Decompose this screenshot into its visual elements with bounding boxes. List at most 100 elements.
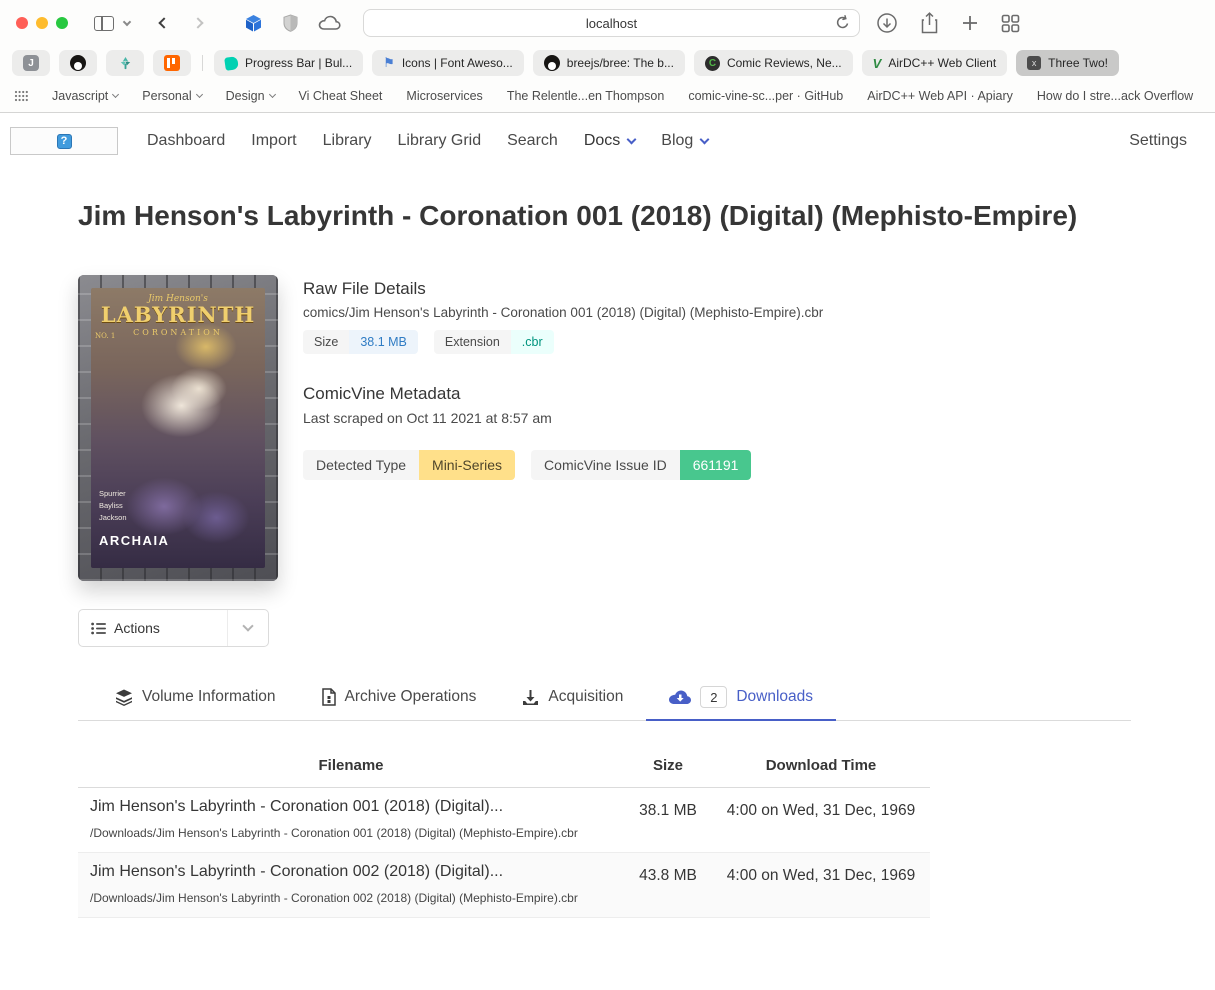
actions-dropdown[interactable]: Actions <box>78 609 269 647</box>
size-tag: Size 38.1 MB <box>303 330 418 354</box>
bookmark-breejs[interactable]: breejs/bree: The b... <box>533 50 685 76</box>
tag-key: Extension <box>434 330 511 354</box>
nav-item-blog[interactable]: Blog <box>648 126 721 156</box>
file-archive-icon <box>322 688 336 706</box>
downloads-count-badge: 2 <box>700 686 727 708</box>
browser-chrome: localhost J <box>0 0 1215 113</box>
tab-downloads[interactable]: 2 Downloads <box>646 677 836 721</box>
chevron-down-icon <box>269 91 276 98</box>
nav-item-search[interactable]: Search <box>494 126 571 156</box>
bookmark-airdc[interactable]: V AirDC++ Web Client <box>862 50 1008 76</box>
comicvine-metadata-heading: ComicVine Metadata <box>303 384 823 404</box>
download-filepath: /Downloads/Jim Henson's Labyrinth - Coro… <box>90 826 616 840</box>
detected-type-tag: Detected Type Mini-Series <box>303 450 515 480</box>
bookmark-j[interactable]: J <box>12 50 50 76</box>
favorite-folder-personal[interactable]: Personal <box>142 89 201 103</box>
actions-caret-button[interactable] <box>227 610 268 646</box>
chevron-down-icon <box>700 134 710 144</box>
detail-tabs: Volume Information Archive Operations Ac… <box>78 677 1131 721</box>
browser-toolbar: localhost <box>0 0 1215 46</box>
tab-archive-operations[interactable]: Archive Operations <box>299 677 500 721</box>
downloads-button-icon[interactable] <box>876 12 898 34</box>
flag-icon: ⚑ <box>383 55 395 71</box>
tag-value: 38.1 MB <box>349 330 418 354</box>
list-icon <box>91 622 106 635</box>
tab-volume-information[interactable]: Volume Information <box>92 677 299 721</box>
favorite-vi-cheat-sheet[interactable]: Vi Cheat Sheet <box>299 89 383 103</box>
url-text: localhost <box>586 16 637 31</box>
comicvine-issue-id-tag: ComicVine Issue ID 661191 <box>531 450 751 480</box>
favorite-stack-overflow[interactable]: How do I stre...ack Overflow <box>1037 89 1193 103</box>
extension-tag: Extension .cbr <box>434 330 554 354</box>
tag-key: Size <box>303 330 349 354</box>
favorite-comic-vine-scraper[interactable]: comic-vine-sc...per · GitHub <box>688 89 843 103</box>
bookmark-teal[interactable] <box>106 50 144 76</box>
three-two-icon: x <box>1027 56 1041 70</box>
nav-item-docs[interactable]: Docs <box>571 126 648 156</box>
sidebar-options-chevron-icon[interactable] <box>123 18 131 26</box>
cloud-icon[interactable] <box>318 15 341 31</box>
share-icon[interactable] <box>920 12 939 34</box>
favorite-airdc-api[interactable]: AirDC++ Web API · Apiary <box>867 89 1013 103</box>
bookmark-font-awesome[interactable]: ⚑ Icons | Font Aweso... <box>372 50 524 76</box>
zoom-window-button[interactable] <box>56 17 68 29</box>
bookmark-progress-bar[interactable]: Progress Bar | Bul... <box>214 50 363 76</box>
cover-credits: Spurrier Bayliss Jackson <box>99 488 127 524</box>
nav-item-import[interactable]: Import <box>238 126 309 156</box>
bookmark-three-two[interactable]: x Three Two! <box>1016 50 1119 76</box>
favorite-folder-javascript[interactable]: Javascript <box>52 89 118 103</box>
airdc-icon: V <box>873 56 882 71</box>
extension-cube-icon[interactable] <box>244 14 263 33</box>
nav-item-dashboard[interactable]: Dashboard <box>134 126 238 156</box>
bulma-icon <box>224 56 239 71</box>
download-time: 4:00 on Wed, 31 Dec, 1969 <box>712 853 930 918</box>
url-bar[interactable]: localhost <box>363 9 860 37</box>
page-title: Jim Henson's Labyrinth - Coronation 001 … <box>78 198 1088 233</box>
download-size: 43.8 MB <box>624 853 712 918</box>
nav-item-library-grid[interactable]: Library Grid <box>385 126 495 156</box>
new-tab-icon[interactable] <box>961 14 979 32</box>
tag-value: .cbr <box>511 330 554 354</box>
tab-acquisition[interactable]: Acquisition <box>499 677 646 721</box>
nav-item-library[interactable]: Library <box>310 126 385 156</box>
column-header-download-time: Download Time <box>712 747 930 788</box>
sidebar-toggle-icon[interactable] <box>94 16 114 31</box>
comic-cover-image: Jim Henson's LABYRINTH CORONATION NO. 1 … <box>78 275 278 581</box>
back-icon[interactable] <box>158 17 169 28</box>
table-row[interactable]: Jim Henson's Labyrinth - Coronation 002 … <box>78 853 930 918</box>
favorites-bar: Javascript Personal Design Vi Cheat Shee… <box>0 80 1215 113</box>
raw-file-path: comics/Jim Henson's Labyrinth - Coronati… <box>303 305 823 320</box>
close-window-button[interactable] <box>16 17 28 29</box>
bookmark-github[interactable] <box>59 50 97 76</box>
bookmark-comic-reviews[interactable]: C Comic Reviews, Ne... <box>694 50 853 76</box>
tab-overview-icon[interactable] <box>1001 14 1020 33</box>
broken-logo-image: ? <box>10 127 118 155</box>
favorite-folder-design[interactable]: Design <box>226 89 275 103</box>
minimize-window-button[interactable] <box>36 17 48 29</box>
download-time: 4:00 on Wed, 31 Dec, 1969 <box>712 788 930 853</box>
bookmark-label: Icons | Font Aweso... <box>402 56 513 70</box>
bookmarks-bar: J Progress Bar | Bul... ⚑ Icons | Font A… <box>0 46 1215 80</box>
favorite-microservices[interactable]: Microservices <box>406 89 482 103</box>
forward-icon[interactable] <box>192 17 203 28</box>
chevron-down-icon <box>112 91 119 98</box>
grid-dots-icon[interactable] <box>14 90 28 103</box>
bookmark-label: AirDC++ Web Client <box>888 56 996 70</box>
column-header-size: Size <box>624 747 712 788</box>
table-row[interactable]: Jim Henson's Labyrinth - Coronation 001 … <box>78 788 930 853</box>
teal-logo-icon <box>118 56 133 71</box>
favorite-relentless[interactable]: The Relentle...en Thompson <box>507 89 665 103</box>
bookmark-label: Three Two! <box>1048 56 1108 70</box>
bookmark-label: Progress Bar | Bul... <box>245 56 352 70</box>
column-header-filename: Filename <box>78 747 624 788</box>
download-filename: Jim Henson's Labyrinth - Coronation 002 … <box>90 863 616 881</box>
shield-icon[interactable] <box>283 14 298 32</box>
comic-reviews-icon: C <box>705 56 720 71</box>
nav-item-settings[interactable]: Settings <box>1129 132 1187 150</box>
download-filename: Jim Henson's Labyrinth - Coronation 001 … <box>90 798 616 816</box>
github-icon <box>544 55 560 71</box>
chevron-down-icon <box>196 91 203 98</box>
bookmark-rabbitmq[interactable] <box>153 50 191 76</box>
page-content: Jim Henson's Labyrinth - Coronation 001 … <box>0 198 1215 918</box>
reload-icon[interactable] <box>835 15 850 34</box>
